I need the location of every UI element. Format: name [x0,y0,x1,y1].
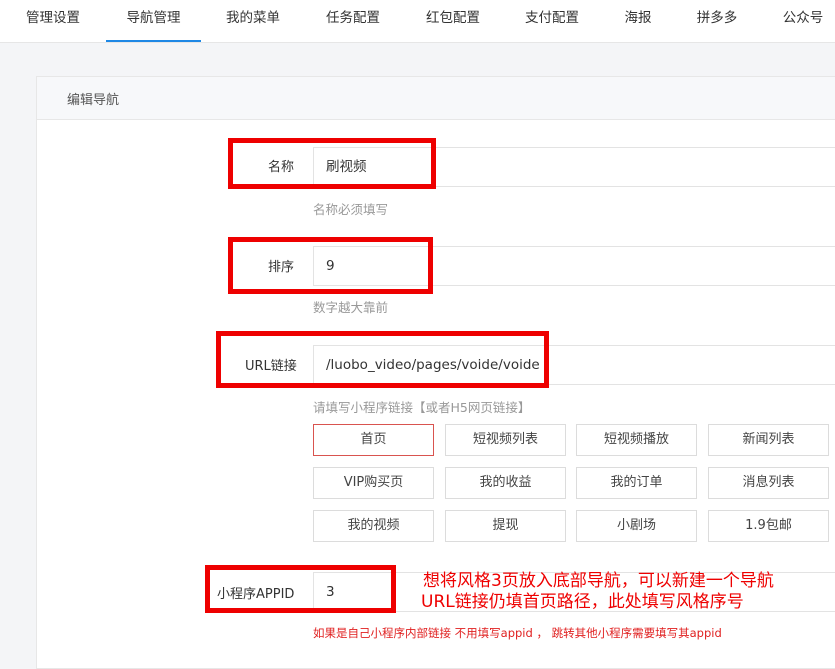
card-header: 编辑导航 [37,77,835,120]
tab-pinduoduo[interactable]: 拼多多 [682,0,752,40]
quick-link-withdraw[interactable]: 提现 [445,510,566,542]
quick-link-message-list[interactable]: 消息列表 [708,467,829,499]
tab-navigation-management[interactable]: 导航管理 [106,0,201,42]
quick-link-my-earnings[interactable]: 我的收益 [445,467,566,499]
quick-link-news-list[interactable]: 新闻列表 [708,424,829,456]
tab-my-menu[interactable]: 我的菜单 [209,0,297,40]
quick-link-home[interactable]: 首页 [313,424,434,456]
quick-link-vip-purchase[interactable]: VIP购买页 [313,467,434,499]
name-hint: 名称必须填写 [313,202,389,217]
quick-link-short-video-list[interactable]: 短视频列表 [445,424,566,456]
tab-payment-config[interactable]: 支付配置 [510,0,594,40]
appid-hint: 如果是自己小程序内部链接 不用填写appid ， 跳转其他小程序需要填写其app… [313,626,722,640]
tab-poster[interactable]: 海报 [610,0,666,40]
sort-label: 排序 [268,260,295,275]
tab-management-settings[interactable]: 管理设置 [10,0,96,40]
annotation-line-1: 想将风格3页放入底部导航，可以新建一个导航 [423,571,774,591]
annotation-line-2: URL链接仍填首页路径，此处填写风格序号 [421,592,744,612]
url-input[interactable]: /luobo_video/pages/voide/voide [313,345,835,385]
url-hint: 请填写小程序链接【或者H5网页链接】 [313,400,531,415]
quick-link-my-orders[interactable]: 我的订单 [576,467,697,499]
top-tab-bar: 管理设置 导航管理 我的菜单 任务配置 红包配置 支付配置 海报 拼多多 公众号 [0,0,835,43]
tab-official-account[interactable]: 公众号 [768,0,835,40]
name-label: 名称 [268,160,295,175]
quick-link-free-shipping[interactable]: 1.9包邮 [708,510,829,542]
sort-hint: 数字越大靠前 [313,300,389,315]
card-title: 编辑导航 [67,93,120,108]
quick-link-short-video-play[interactable]: 短视频播放 [576,424,697,456]
quick-link-my-videos[interactable]: 我的视频 [313,510,434,542]
url-label: URL链接 [245,359,297,374]
appid-label: 小程序APPID [217,587,295,602]
sort-input[interactable]: 9 [313,246,835,286]
quick-link-mini-theater[interactable]: 小剧场 [576,510,697,542]
tab-task-config[interactable]: 任务配置 [311,0,395,40]
tab-redpacket-config[interactable]: 红包配置 [411,0,495,40]
name-input[interactable]: 刷视频 [313,147,835,187]
